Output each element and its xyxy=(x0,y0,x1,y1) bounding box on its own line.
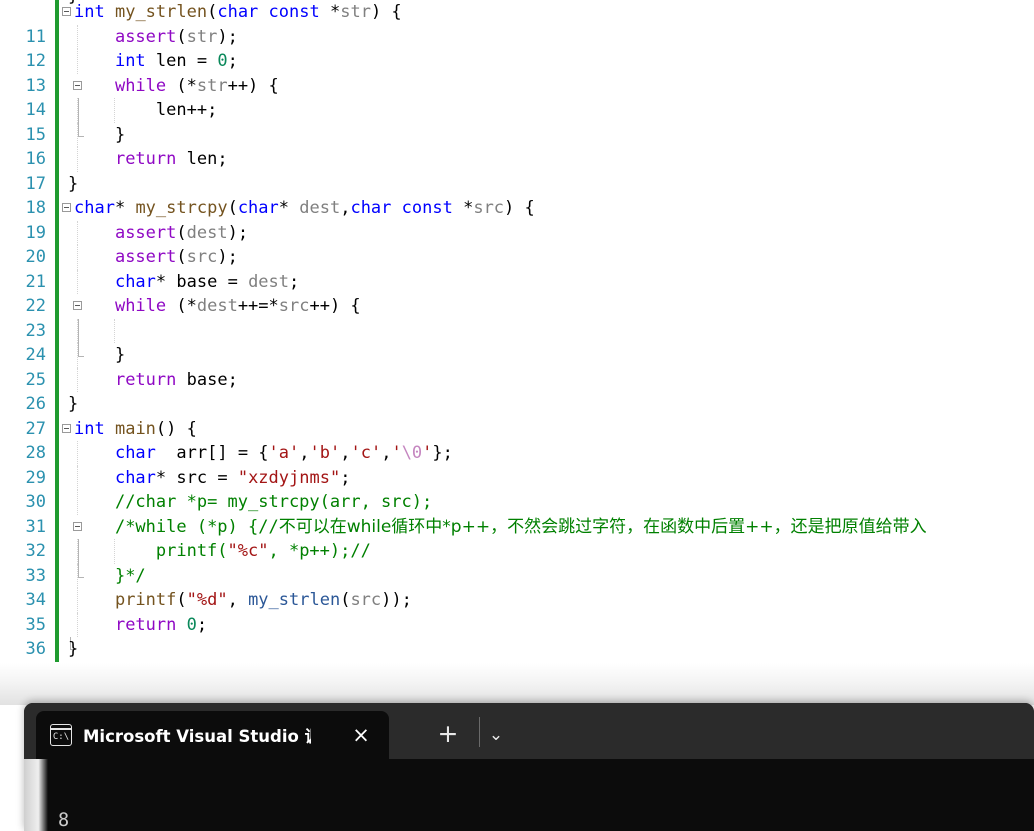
fold-toggle-icon[interactable] xyxy=(62,423,71,433)
indent-guide xyxy=(114,318,115,343)
new-tab-button[interactable]: + xyxy=(434,721,462,749)
code-line-16-text: } xyxy=(74,124,126,145)
command-prompt-icon-label: C:\ xyxy=(52,732,70,742)
code-line-31[interactable]: 31 //char *p= my_strcpy(arr, src); xyxy=(0,490,1034,537)
code-line-23-text: while (*dest++=*src++) { xyxy=(114,296,361,316)
windows-terminal-window[interactable]: C:\ Microsoft Visual Studio 调试控 × + ⌄ 8 … xyxy=(24,703,1034,831)
code-line-12[interactable]: 12 assert(str); xyxy=(0,24,1034,71)
code-line-33[interactable]: 33 printf("%c", *p++);// xyxy=(0,539,1034,586)
code-line-26[interactable]: 26 return base; xyxy=(0,367,1034,414)
code-line-19[interactable]: 19 char* my_strcpy(char* dest,char const… xyxy=(0,196,1034,243)
code-line-18[interactable]: 18 } xyxy=(0,172,1034,219)
code-line-20[interactable]: 20 assert(dest); xyxy=(0,220,1034,267)
code-line-24[interactable]: 24 xyxy=(0,318,1034,365)
code-line-34-text: }*/ xyxy=(74,564,146,589)
code-line-13-text: int len = 0; xyxy=(114,51,238,71)
fold-toggle-icon[interactable] xyxy=(62,203,71,212)
code-line-11[interactable]: 11 int my_strlen(char const *str) { xyxy=(0,0,1034,47)
code-line-32[interactable]: 32 /*while (*p) {//不可以在while循环中*p++，不然会跳… xyxy=(0,515,1034,562)
editor-bottom-fade xyxy=(0,663,1034,705)
code-line-30[interactable]: 30 char* src = "xzdyjnms"; xyxy=(0,465,1034,512)
code-line-11-text: int my_strlen(char const *str) { xyxy=(74,2,402,22)
code-line-25-text: } xyxy=(74,345,126,365)
code-line-31-text: //char *p= my_strcpy(arr, src); xyxy=(74,490,432,515)
code-line-36[interactable]: 36 return 0; xyxy=(0,612,1034,659)
command-prompt-icon: C:\ xyxy=(50,724,72,746)
fold-toggle-icon[interactable] xyxy=(62,7,71,16)
terminal-tab-title: Microsoft Visual Studio 调试控 xyxy=(83,727,311,746)
code-line-22-text: char* base = dest; xyxy=(114,271,300,292)
code-line-29[interactable]: 29 char arr[] = {'a','b','c','\0'}; xyxy=(0,441,1034,488)
code-line-20-text: assert(dest); xyxy=(114,222,249,243)
code-line-32-text: /*while (*p) {//不可以在while循环中*p++，不然会跳过字符… xyxy=(74,515,927,540)
console-line-output: 8 xyxy=(58,810,70,831)
code-line-18-text: } xyxy=(68,173,79,194)
code-line-34[interactable]: 34 }*/ xyxy=(0,563,1034,610)
code-line-21[interactable]: 21 assert(src); xyxy=(0,245,1034,292)
code-line-33-text: printf("%c", *p++);// xyxy=(74,541,371,561)
terminal-tab-strip[interactable]: C:\ Microsoft Visual Studio 调试控 × + ⌄ xyxy=(24,703,1034,759)
comment-tail: // xyxy=(350,541,371,561)
code-line-28-text: int main() { xyxy=(74,418,197,439)
code-editor-pane[interactable]: } 11 int my_strlen(char const *str) { 12… xyxy=(0,0,1034,676)
code-line-19-text: char* my_strcpy(char* dest,char const *s… xyxy=(74,198,535,218)
code-line-28[interactable]: 28 int main() { xyxy=(0,417,1034,464)
close-icon[interactable]: × xyxy=(349,723,373,747)
code-line-36-text: return 0; xyxy=(114,614,208,635)
code-line-12-text: assert(str); xyxy=(114,26,238,47)
code-line-27-text: } xyxy=(68,394,79,414)
code-line-21-text: assert(src); xyxy=(114,247,238,267)
code-line-35-text: printf("%d", my_strlen(src)); xyxy=(114,590,412,610)
code-line-15-text: len++; xyxy=(155,100,218,120)
fold-region-line xyxy=(77,318,79,343)
code-line-23[interactable]: 23 while (*dest++=*src++) { xyxy=(0,294,1034,341)
comment-block-open: /*while (*p) {// xyxy=(114,516,279,537)
code-line-37-text: } xyxy=(68,639,79,659)
console-left-edge xyxy=(24,759,48,831)
code-line-14[interactable]: 14 while (*str++) { xyxy=(0,74,1034,121)
code-line-17[interactable]: 17 return len; xyxy=(0,147,1034,194)
code-line-27[interactable]: 27 } xyxy=(0,392,1034,439)
code-line-14-text: while (*str++) { xyxy=(114,75,279,96)
chevron-down-icon[interactable]: ⌄ xyxy=(482,722,510,748)
terminal-console-output[interactable]: 8 D:\PLM\C_Program\Daily_code\test10_1\x… xyxy=(24,759,1034,831)
code-line-22[interactable]: 22 char* base = dest; xyxy=(0,269,1034,316)
comment-chinese-text: 不可以在while循环中*p++，不然会跳过字符，在函数中后置++，还是把原值给… xyxy=(278,516,927,537)
code-line-26-text: return base; xyxy=(114,369,238,390)
code-line-15[interactable]: 15 len++; xyxy=(0,98,1034,145)
terminal-tab-active[interactable]: C:\ Microsoft Visual Studio 调试控 × xyxy=(36,711,389,759)
code-line-25[interactable]: 25 } xyxy=(0,343,1034,390)
code-line-35[interactable]: 35 printf("%d", my_strlen(src)); xyxy=(0,588,1034,635)
comment-block-close: }*/ xyxy=(114,565,146,586)
code-line-13[interactable]: 13 int len = 0; xyxy=(0,49,1034,96)
tab-strip-divider xyxy=(479,717,480,747)
code-line-30-text: char* src = "xzdyjnms"; xyxy=(114,467,351,488)
code-line-17-text: return len; xyxy=(114,149,228,169)
code-line-37[interactable]: 37 } xyxy=(0,637,1034,676)
code-line-29-text: char arr[] = {'a','b','c','\0'}; xyxy=(114,443,453,463)
code-line-16[interactable]: 16 } xyxy=(0,122,1034,169)
comment-text: //char *p= my_strcpy(arr, src); xyxy=(114,492,433,512)
